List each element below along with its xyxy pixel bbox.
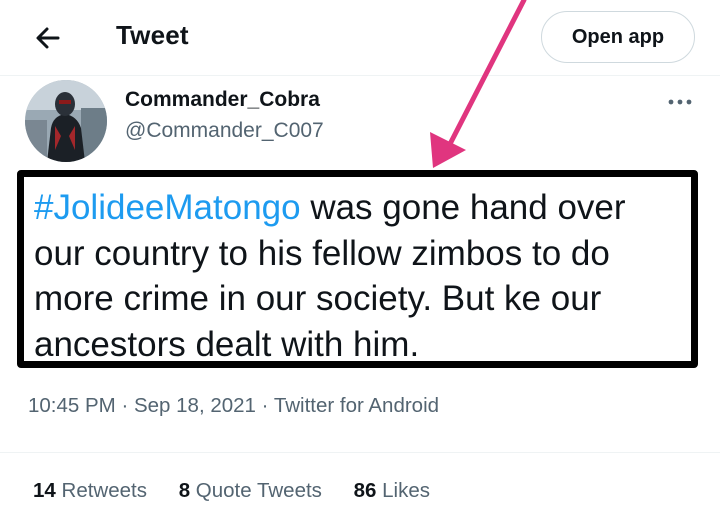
meta-separator: · <box>115 394 134 417</box>
arrow-left-icon <box>36 27 60 49</box>
tweet-time[interactable]: 10:45 PM <box>28 394 116 417</box>
more-options-button[interactable] <box>664 94 696 110</box>
tweet-meta: 10:45 PM · Sep 18, 2021 · Twitter for An… <box>28 394 439 418</box>
author-handle[interactable]: @Commander_C007 <box>125 119 324 143</box>
quote-tweets-count: 8 <box>178 479 191 502</box>
tweet-source[interactable]: Twitter for Android <box>274 394 439 417</box>
retweets-count: 14 <box>33 479 56 502</box>
page-title: Tweet <box>116 20 189 50</box>
tweet-highlight-box: #JolideeMatongo was gone hand over our c… <box>17 170 698 368</box>
likes-count: 86 <box>353 479 377 502</box>
quote-tweets-stat[interactable]: 8 Quote Tweets <box>179 479 322 503</box>
tweet-text: #JolideeMatongo was gone hand over our c… <box>34 185 684 367</box>
engagement-stats: 14 Retweets 8 Quote Tweets 86 Likes <box>33 479 430 503</box>
likes-stat[interactable]: 86 Likes <box>354 479 430 503</box>
back-button[interactable] <box>28 18 68 58</box>
top-bar: Tweet Open app <box>0 0 720 76</box>
tweet-date[interactable]: Sep 18, 2021 <box>134 394 256 417</box>
likes-label: Likes <box>382 479 430 502</box>
more-dots-icon <box>668 99 692 105</box>
hashtag-link[interactable]: #JolideeMatongo <box>34 188 301 227</box>
author-name[interactable]: Commander_Cobra <box>125 88 320 112</box>
retweets-label: Retweets <box>61 479 147 502</box>
open-app-button[interactable]: Open app <box>541 11 695 63</box>
avatar[interactable] <box>25 80 107 162</box>
retweets-stat[interactable]: 14 Retweets <box>33 479 147 503</box>
divider <box>0 452 720 453</box>
meta-separator: · <box>255 394 274 417</box>
quote-tweets-label: Quote Tweets <box>195 479 322 502</box>
